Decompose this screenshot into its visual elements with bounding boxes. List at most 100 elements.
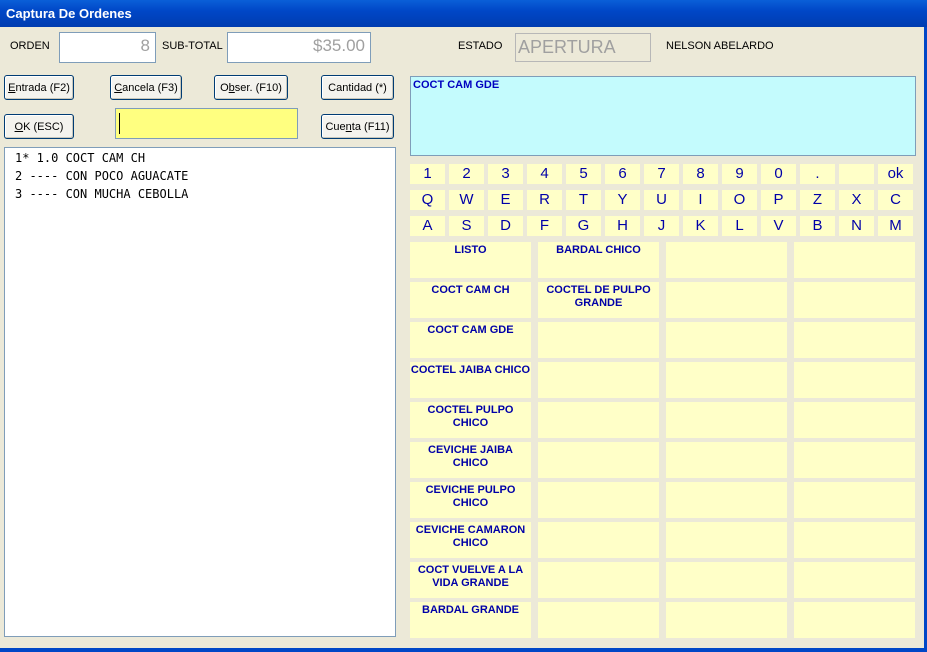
product-button[interactable]: CEVICHE CAMARON CHICO: [410, 522, 531, 558]
product-button[interactable]: COCTEL DE PULPO GRANDE: [538, 282, 659, 318]
key-button[interactable]: 2: [449, 164, 484, 184]
product-button[interactable]: BARDAL CHICO: [538, 242, 659, 278]
item-preview: COCT CAM GDE: [410, 76, 916, 156]
product-button[interactable]: [794, 322, 915, 358]
key-button[interactable]: Z: [800, 190, 835, 210]
key-button[interactable]: J: [644, 216, 679, 236]
product-button[interactable]: [538, 402, 659, 438]
product-button[interactable]: [666, 442, 787, 478]
key-button[interactable]: G: [566, 216, 601, 236]
cuenta-button[interactable]: Cuenta (F11): [321, 114, 394, 139]
key-button[interactable]: B: [800, 216, 835, 236]
product-button[interactable]: [794, 282, 915, 318]
key-button[interactable]: O: [722, 190, 757, 210]
orden-label: ORDEN: [10, 40, 50, 52]
product-button[interactable]: CEVICHE PULPO CHICO: [410, 482, 531, 518]
product-button[interactable]: [666, 242, 787, 278]
product-button[interactable]: COCTEL JAIBA CHICO: [410, 362, 531, 398]
product-button[interactable]: [794, 242, 915, 278]
product-button[interactable]: COCTEL PULPO CHICO: [410, 402, 531, 438]
key-button[interactable]: F: [527, 216, 562, 236]
key-button[interactable]: T: [566, 190, 601, 210]
key-button[interactable]: [839, 164, 874, 184]
key-button[interactable]: ok: [878, 164, 913, 184]
key-button[interactable]: M: [878, 216, 913, 236]
key-button[interactable]: 6: [605, 164, 640, 184]
cancela-button[interactable]: Cancela (F3): [110, 75, 182, 100]
key-button[interactable]: 9: [722, 164, 757, 184]
product-button[interactable]: [538, 602, 659, 638]
key-button[interactable]: 4: [527, 164, 562, 184]
key-button[interactable]: E: [488, 190, 523, 210]
product-button[interactable]: COCT VUELVE A LA VIDA GRANDE: [410, 562, 531, 598]
product-button[interactable]: [794, 522, 915, 558]
key-button[interactable]: R: [527, 190, 562, 210]
title-bar: Captura De Ordenes: [0, 0, 927, 27]
key-button[interactable]: 1: [410, 164, 445, 184]
estado-field: APERTURA: [515, 33, 651, 62]
product-button[interactable]: LISTO: [410, 242, 531, 278]
key-button[interactable]: C: [878, 190, 913, 210]
key-button[interactable]: Q: [410, 190, 445, 210]
key-button[interactable]: U: [644, 190, 679, 210]
product-button[interactable]: [666, 322, 787, 358]
product-button[interactable]: COCT CAM CH: [410, 282, 531, 318]
product-button[interactable]: [538, 442, 659, 478]
key-button[interactable]: V: [761, 216, 796, 236]
key-button[interactable]: 8: [683, 164, 718, 184]
key-button[interactable]: 3: [488, 164, 523, 184]
key-button[interactable]: A: [410, 216, 445, 236]
product-button[interactable]: [666, 402, 787, 438]
product-button[interactable]: [794, 482, 915, 518]
product-button[interactable]: CEVICHE JAIBA CHICO: [410, 442, 531, 478]
product-button[interactable]: [666, 282, 787, 318]
key-button[interactable]: 0: [761, 164, 796, 184]
product-button[interactable]: [794, 402, 915, 438]
product-button[interactable]: [538, 562, 659, 598]
key-button[interactable]: 7: [644, 164, 679, 184]
product-button[interactable]: [794, 442, 915, 478]
estado-label: ESTADO: [458, 40, 503, 52]
product-button[interactable]: [794, 362, 915, 398]
entrada-button[interactable]: Entrada (F2): [4, 75, 74, 100]
key-button[interactable]: P: [761, 190, 796, 210]
quantity-input[interactable]: [115, 108, 298, 139]
key-button[interactable]: H: [605, 216, 640, 236]
product-button[interactable]: [794, 562, 915, 598]
key-button[interactable]: D: [488, 216, 523, 236]
key-button[interactable]: 5: [566, 164, 601, 184]
key-button[interactable]: L: [722, 216, 757, 236]
orden-field[interactable]: 8: [59, 32, 156, 63]
order-list[interactable]: 1* 1.0 COCT CAM CH 2 ---- CON POCO AGUAC…: [4, 147, 396, 637]
key-button[interactable]: S: [449, 216, 484, 236]
product-button[interactable]: [538, 482, 659, 518]
product-button[interactable]: [666, 362, 787, 398]
user-name: NELSON ABELARDO: [666, 40, 774, 52]
key-button[interactable]: I: [683, 190, 718, 210]
key-button[interactable]: K: [683, 216, 718, 236]
product-button[interactable]: [538, 362, 659, 398]
product-button[interactable]: [666, 562, 787, 598]
product-button[interactable]: COCT CAM GDE: [410, 322, 531, 358]
cantidad-button[interactable]: Cantidad (*): [321, 75, 394, 100]
product-button[interactable]: [794, 602, 915, 638]
key-button[interactable]: .: [800, 164, 835, 184]
key-button[interactable]: W: [449, 190, 484, 210]
order-line[interactable]: 3 ---- CON MUCHA CEBOLLA: [15, 187, 188, 201]
text-caret: [119, 113, 120, 134]
product-button[interactable]: [666, 482, 787, 518]
product-button[interactable]: BARDAL GRANDE: [410, 602, 531, 638]
order-line[interactable]: 1* 1.0 COCT CAM CH: [15, 151, 145, 165]
ok-button[interactable]: OK (ESC): [4, 114, 74, 139]
key-button[interactable]: X: [839, 190, 874, 210]
key-button[interactable]: N: [839, 216, 874, 236]
window-title: Captura De Ordenes: [6, 6, 132, 21]
key-button[interactable]: Y: [605, 190, 640, 210]
observaciones-button[interactable]: Obser. (F10): [214, 75, 288, 100]
product-button[interactable]: [666, 602, 787, 638]
order-line[interactable]: 2 ---- CON POCO AGUACATE: [15, 169, 188, 183]
subtotal-field[interactable]: $35.00: [227, 32, 371, 63]
product-button[interactable]: [538, 322, 659, 358]
product-button[interactable]: [538, 522, 659, 558]
product-button[interactable]: [666, 522, 787, 558]
